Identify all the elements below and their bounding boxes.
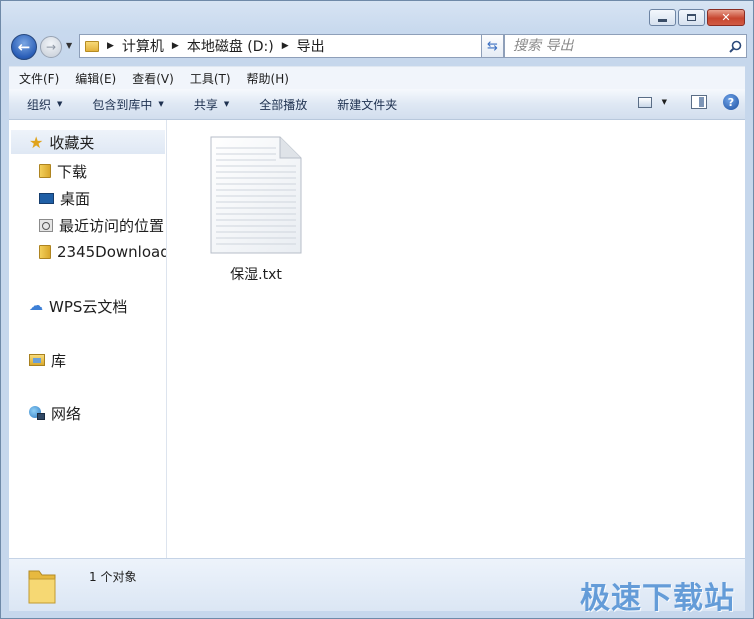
sidebar-item-wps-cloud[interactable]: ☁ WPS云文档 bbox=[29, 294, 127, 318]
chevron-right-icon[interactable]: ▶ bbox=[107, 41, 114, 51]
file-list[interactable]: 保湿.txt bbox=[167, 120, 745, 558]
search-input[interactable] bbox=[505, 37, 724, 55]
back-button[interactable]: ← bbox=[11, 34, 37, 60]
refresh-button[interactable]: ⇆ bbox=[481, 34, 504, 58]
file-item[interactable]: 保湿.txt bbox=[209, 136, 303, 284]
sidebar-item-recent-places[interactable]: 最近访问的位置 bbox=[39, 213, 164, 237]
sidebar-item-network[interactable]: 网络 bbox=[29, 401, 81, 425]
maximize-button[interactable] bbox=[678, 9, 705, 26]
sidebar-item-downloads[interactable]: 下载 bbox=[39, 159, 87, 183]
recent-pages-dropdown[interactable]: ▼ bbox=[66, 41, 72, 50]
sidebar-item-desktop[interactable]: 桌面 bbox=[39, 186, 90, 210]
explorer-window: ✕ ← → ▼ ▶ 计算机 ▶ 本地磁盘 (D:) ▶ 导出 ▼ ⇆ 文件(F)… bbox=[0, 0, 754, 619]
window-caption-buttons: ✕ bbox=[649, 9, 745, 26]
library-icon bbox=[29, 354, 45, 366]
content-area: ★ 收藏夹 下载 桌面 最近访问的位置 2345Downloads ☁ WPS云… bbox=[9, 120, 745, 558]
chevron-right-icon[interactable]: ▶ bbox=[282, 41, 289, 51]
sidebar-item-label: 网络 bbox=[51, 404, 82, 423]
search-icon[interactable] bbox=[724, 40, 746, 53]
breadcrumb-local-disk[interactable]: 本地磁盘 (D:) bbox=[187, 36, 274, 56]
sidebar-item-label: WPS云文档 bbox=[49, 297, 128, 316]
command-bar: 组织 ▼ 包含到库中 ▼ 共享 ▼ 全部播放 新建文件夹 ▼ ? bbox=[9, 89, 745, 120]
share-label: 共享 bbox=[193, 97, 218, 112]
breadcrumb-computer[interactable]: 计算机 bbox=[122, 36, 164, 56]
sidebar-item-libraries[interactable]: 库 bbox=[29, 348, 66, 372]
cloud-icon: ☁ bbox=[29, 298, 43, 314]
favorites-header[interactable]: ★ 收藏夹 bbox=[11, 130, 165, 154]
refresh-icon: ⇆ bbox=[487, 38, 498, 54]
minimize-icon bbox=[658, 19, 667, 22]
forward-button[interactable]: → bbox=[40, 36, 62, 58]
item-count: 1 个对象 bbox=[89, 570, 137, 584]
folder-icon bbox=[85, 40, 99, 52]
share-button[interactable]: 共享 ▼ bbox=[194, 96, 229, 113]
sidebar-item-label: 库 bbox=[51, 351, 67, 370]
close-icon: ✕ bbox=[721, 11, 731, 24]
network-icon bbox=[29, 406, 45, 420]
help-icon[interactable]: ? bbox=[723, 94, 739, 110]
arrow-right-icon: → bbox=[45, 40, 57, 54]
menu-tools[interactable]: 工具(T) bbox=[182, 70, 239, 87]
breadcrumb-export[interactable]: 导出 bbox=[297, 36, 325, 56]
menu-view[interactable]: 查看(V) bbox=[124, 70, 182, 87]
include-in-library-button[interactable]: 包含到库中 ▼ bbox=[92, 96, 163, 113]
view-controls: ▼ ? bbox=[637, 94, 739, 110]
chevron-down-icon: ▼ bbox=[223, 100, 230, 108]
menu-file[interactable]: 文件(F) bbox=[9, 70, 67, 87]
menu-edit[interactable]: 编辑(E) bbox=[67, 70, 124, 87]
chevron-down-icon: ▼ bbox=[158, 100, 164, 108]
file-name[interactable]: 保湿.txt bbox=[209, 264, 303, 284]
chevron-down-icon: ▼ bbox=[57, 100, 63, 108]
sidebar-item-label: 下载 bbox=[57, 162, 88, 181]
menu-bar: 文件(F) 编辑(E) 查看(V) 工具(T) 帮助(H) bbox=[9, 66, 745, 89]
recent-places-icon bbox=[39, 218, 53, 232]
star-icon: ★ bbox=[29, 132, 44, 152]
downloads-folder-icon bbox=[39, 164, 51, 178]
text-document-icon bbox=[210, 136, 302, 254]
menu-help[interactable]: 帮助(H) bbox=[239, 70, 297, 87]
chevron-down-icon[interactable]: ▼ bbox=[662, 98, 667, 106]
address-bar[interactable]: ▶ 计算机 ▶ 本地磁盘 (D:) ▶ 导出 ▼ bbox=[79, 34, 499, 58]
status-bar: 1 个对象 极速下载站 bbox=[9, 558, 745, 616]
change-view-icon[interactable] bbox=[637, 96, 652, 108]
sidebar-item-label: 最近访问的位置 bbox=[59, 216, 165, 235]
desktop-icon bbox=[39, 192, 54, 204]
close-button[interactable]: ✕ bbox=[707, 9, 745, 26]
minimize-button[interactable] bbox=[649, 9, 676, 26]
organize-button[interactable]: 组织 ▼ bbox=[27, 96, 62, 113]
search-box[interactable] bbox=[504, 34, 747, 58]
organize-label: 组织 bbox=[27, 97, 52, 112]
folder-icon bbox=[39, 245, 51, 259]
play-all-button[interactable]: 全部播放 bbox=[259, 96, 307, 113]
navigation-bar: ← → ▼ ▶ 计算机 ▶ 本地磁盘 (D:) ▶ 导出 ▼ ⇆ bbox=[9, 33, 747, 61]
sidebar-item-label: 桌面 bbox=[60, 189, 91, 208]
maximize-icon bbox=[687, 14, 696, 21]
site-watermark: 极速下载站 bbox=[580, 581, 735, 616]
sidebar-item-2345downloads[interactable]: 2345Downloads bbox=[39, 240, 167, 264]
preview-pane-icon[interactable] bbox=[691, 95, 707, 109]
favorites-label: 收藏夹 bbox=[49, 133, 95, 152]
new-folder-button[interactable]: 新建文件夹 bbox=[337, 96, 397, 113]
sidebar-item-label: 2345Downloads bbox=[57, 243, 167, 261]
include-in-library-label: 包含到库中 bbox=[92, 97, 153, 112]
arrow-left-icon: ← bbox=[17, 38, 31, 56]
chevron-right-icon[interactable]: ▶ bbox=[172, 41, 179, 51]
folder-icon bbox=[27, 567, 57, 605]
navigation-pane[interactable]: ★ 收藏夹 下载 桌面 最近访问的位置 2345Downloads ☁ WPS云… bbox=[9, 120, 167, 558]
